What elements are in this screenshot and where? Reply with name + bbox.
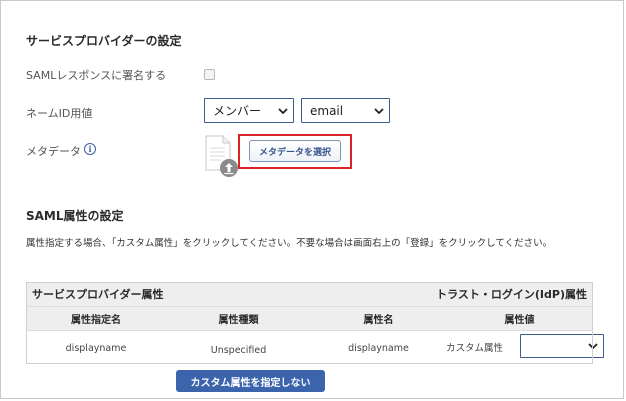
column-header: 属性値	[504, 314, 535, 326]
column-header: 属性指定名	[71, 314, 121, 326]
no-custom-attr-button[interactable]: カスタム属性を指定しない	[176, 370, 325, 392]
chevron-down-icon	[374, 107, 384, 114]
divider	[26, 330, 593, 331]
name-id-type-select[interactable]: メンバー	[204, 98, 294, 123]
column-header: 属性種類	[218, 314, 259, 326]
chevron-down-icon	[588, 343, 598, 349]
name-id-value-select[interactable]: email	[301, 98, 390, 123]
sign-response-checkbox[interactable]	[204, 69, 215, 80]
name-id-value: email	[310, 103, 344, 118]
column-header: 属性名	[363, 314, 394, 326]
saml-attrs-title: SAML属性の設定	[26, 209, 124, 223]
name-id-type-value: メンバー	[213, 104, 262, 118]
info-icon[interactable]: i	[84, 143, 96, 155]
saml-attrs-description: 属性指定する場合、「カスタム属性」をクリックしてください。不要な場合は画面右上の…	[26, 238, 553, 249]
attr-value-select[interactable]	[520, 334, 604, 358]
sp-attr-header: サービスプロバイダー属性	[32, 288, 164, 301]
attr-name-cell: displayname	[311, 330, 446, 366]
attr-type-cell: Unspecified	[166, 330, 311, 366]
attr-value-cell: カスタム属性	[446, 330, 604, 366]
attr-spec-name-cell: displayname	[26, 330, 166, 366]
select-metadata-button[interactable]: メタデータを選択	[249, 140, 341, 162]
sign-response-label: SAMLレスポンスに署名する	[26, 69, 167, 82]
divider	[26, 306, 593, 307]
attribute-table: サービスプロバイダー属性 トラスト・ログイン(IdP)属性 属性指定名 属性種類…	[26, 282, 604, 366]
document-upload-icon	[205, 135, 238, 177]
sp-settings-title: サービスプロバイダーの設定	[26, 34, 182, 48]
idp-attr-header: トラスト・ログイン(IdP)属性	[436, 288, 587, 301]
metadata-label: メタデータ	[26, 145, 81, 158]
name-id-label: ネームID用値	[26, 107, 93, 120]
chevron-down-icon	[278, 107, 288, 114]
custom-attr-label: カスタム属性	[446, 343, 504, 354]
table-row: displayname Unspecified displayname カスタム…	[26, 330, 604, 366]
